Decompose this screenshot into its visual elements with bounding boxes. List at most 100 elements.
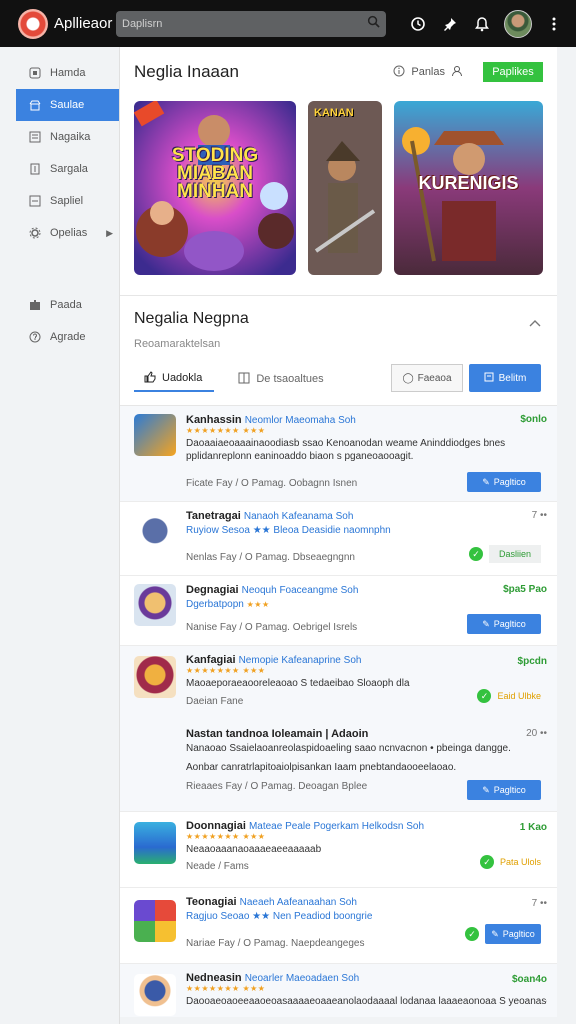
user-icon[interactable]: [451, 65, 463, 80]
list-icon: [28, 194, 42, 208]
sidebar-item-label: Sargala: [50, 163, 88, 175]
help-icon: [28, 330, 42, 344]
tab-label: Uadokla: [162, 372, 203, 384]
sidebar-item-label: Saulae: [50, 99, 85, 111]
bell-icon[interactable]: [472, 14, 492, 34]
tab-tsaoaltues[interactable]: De tsaoaltues: [228, 366, 335, 392]
list-item[interactable]: Nedneasin Neoarler Maeoadaen Soh ★★★★★★★…: [120, 964, 557, 1017]
app-title: Apllieaor: [54, 15, 113, 32]
game-icon-castle: [134, 822, 176, 864]
sidebar: Hamda Saulae Nagaika Sargala Sapliel Ope…: [16, 47, 120, 1024]
top-bar: Apllieaor: [0, 0, 576, 47]
section-title: Negalia Negpna: [134, 310, 249, 327]
list-item[interactable]: Teonagiai Naeaeh Aafeanaahan Soh Ragjuo …: [120, 888, 557, 964]
sidebar-item-opelias[interactable]: Opelias ▶: [16, 217, 119, 249]
sidebar-item-saulae[interactable]: Saulae: [16, 89, 119, 121]
app-list: Kanhassin Neomlor Maeomaha Soh ★★★★★★★ ★…: [120, 405, 557, 1017]
action-button[interactable]: ✎ Pagltico: [467, 472, 541, 492]
grid-icon: [238, 372, 250, 387]
sidebar-item-nagaika[interactable]: Nagaika: [16, 121, 119, 153]
pencil-icon: ✎: [482, 476, 490, 487]
app-meta: Nanise Fay / O Pamag. Oebrigel Isrels: [186, 622, 358, 633]
game-icon-knight: [134, 656, 176, 698]
app-tagline: Ragjuo Seoao ★★ Nen Peadiod boongrie: [186, 911, 373, 922]
app-subtitle: Neoarler Maeoadaen Soh: [244, 973, 360, 984]
more-icon[interactable]: [544, 14, 564, 34]
app-name-line: Kanfagiai Nemopie Kafeanaprine Soh: [186, 654, 547, 666]
primary-label: Belitm: [498, 372, 527, 384]
check-icon: ✓: [477, 689, 492, 703]
list-item[interactable]: Doonnagiai Mateae Peale Pogerkam Helkods…: [120, 812, 557, 888]
app-price: $pa5 Pao: [503, 584, 547, 595]
game-icon-blue: [134, 414, 176, 456]
action-button[interactable]: ✎ Pagltico: [485, 924, 541, 944]
app-tagline: Ruyiow Sesoa ★★ Bleoa Deasidie naomnphn: [186, 525, 391, 536]
status-label: Pata Ulols: [499, 857, 541, 867]
action-button[interactable]: ✎ Pagltico: [467, 614, 541, 634]
action-button[interactable]: ✎ Pagltico: [467, 780, 541, 800]
list-item[interactable]: Kanhassin Neomlor Maeomaha Soh ★★★★★★★ ★…: [120, 406, 557, 502]
app-meta: Daeian Fane: [186, 696, 244, 707]
status-label: Eaid Ulbke: [497, 691, 541, 701]
primary-button[interactable]: Belitm: [469, 364, 541, 392]
rating-stars: ★★★★★★★ ★★★: [186, 666, 266, 675]
banner-1[interactable]: STODING MIABAN MINHAN: [134, 101, 296, 275]
info-icon[interactable]: [393, 65, 405, 80]
chevron-right-icon: ▶: [106, 227, 113, 238]
header-actions: Panlas Paplikes: [393, 62, 543, 82]
banner-3-title: KURENIGIS: [418, 173, 519, 193]
clock-icon[interactable]: [408, 14, 428, 34]
tab-uadokla[interactable]: Uadokla: [134, 366, 215, 392]
sidebar-item-sargala[interactable]: Sargala: [16, 153, 119, 185]
main-panel: Neglia Inaaan Panlas Paplikes STODING MI…: [120, 47, 557, 1017]
list-item[interactable]: Kanfagiai Nemopie Kafeanaprine Soh ★★★★★…: [120, 646, 557, 812]
app-subtitle: Nemopie Kafeanaprine Soh: [238, 655, 362, 666]
sidebar-item-paada[interactable]: Paada: [16, 289, 119, 321]
app-name: Degnagiai: [186, 584, 239, 596]
game-icon-pirate: [134, 974, 176, 1016]
logo-icon[interactable]: [18, 8, 48, 39]
app-price: 20 ••: [526, 728, 547, 739]
sidebar-item-sapliel[interactable]: Sapliel: [16, 185, 119, 217]
list-item[interactable]: Degnagiai Neoquh Foaceangme Soh Dgerbatp…: [120, 576, 557, 646]
search-bar[interactable]: [116, 10, 386, 37]
header-link[interactable]: Panlas: [411, 66, 445, 78]
doc-icon: [484, 372, 494, 385]
banner-3[interactable]: KURENIGIS: [394, 101, 543, 275]
search-input[interactable]: [122, 17, 367, 30]
chevron-up-icon[interactable]: [529, 314, 541, 330]
action-label: Pagltico: [493, 477, 526, 487]
sidebar-item-label: Nagaika: [50, 131, 91, 143]
installed-status[interactable]: ✓ Pata Ulols: [479, 852, 541, 872]
banner-2[interactable]: KANAN: [308, 101, 382, 275]
app-meta: Nariae Fay / O Pamag. Naepdeangeges: [186, 938, 365, 949]
app-tagline: Dgerbatpopn ★★★: [186, 599, 270, 610]
app-subtitle: Neoquh Foaceangme Soh: [241, 585, 359, 596]
avatar[interactable]: [504, 9, 532, 38]
check-icon: ✓: [479, 855, 494, 869]
app-price: 7 ••: [531, 898, 547, 909]
section-subtitle: Reoamaraktelsan: [134, 338, 221, 350]
list-item[interactable]: Tanetragai Nanaoh Kafeanama Soh Ruyiow S…: [120, 502, 557, 576]
sidebar-item-agrade[interactable]: Agrade: [16, 321, 119, 353]
app-name-line: Tanetragai Nanaoh Kafeanama Soh: [186, 510, 547, 522]
filter-label: Faeaoa: [417, 372, 452, 384]
filter-button[interactable]: ◯ Faeaoa: [391, 364, 463, 392]
installed-status[interactable]: ✓ Eaid Ulbke: [477, 686, 541, 706]
check-icon: ✓: [468, 547, 483, 561]
search-icon[interactable]: [367, 15, 380, 33]
app-description: Daoaaiaeoaaainaoodiasb ssao Kenoanodan w…: [186, 438, 506, 462]
app-price: $pcdn: [517, 656, 547, 667]
installed-status[interactable]: ✓ ✎ Pagltico: [465, 924, 541, 944]
circle-icon: ◯: [402, 372, 414, 384]
action-label: Pagltico: [493, 619, 526, 629]
app-price: 1 Kao: [519, 822, 547, 833]
app-price: $onlo: [520, 414, 547, 425]
publish-button[interactable]: Paplikes: [483, 62, 543, 82]
puzzle-icon: [28, 298, 42, 312]
app-subtitle: Mateae Peale Pogerkam Helkodsn Soh: [248, 821, 425, 832]
installed-status[interactable]: ✓ Dasliien: [468, 544, 541, 564]
check-icon: ✓: [465, 927, 479, 941]
pin-icon[interactable]: [440, 14, 460, 34]
sidebar-item-hamda[interactable]: Hamda: [16, 57, 119, 89]
